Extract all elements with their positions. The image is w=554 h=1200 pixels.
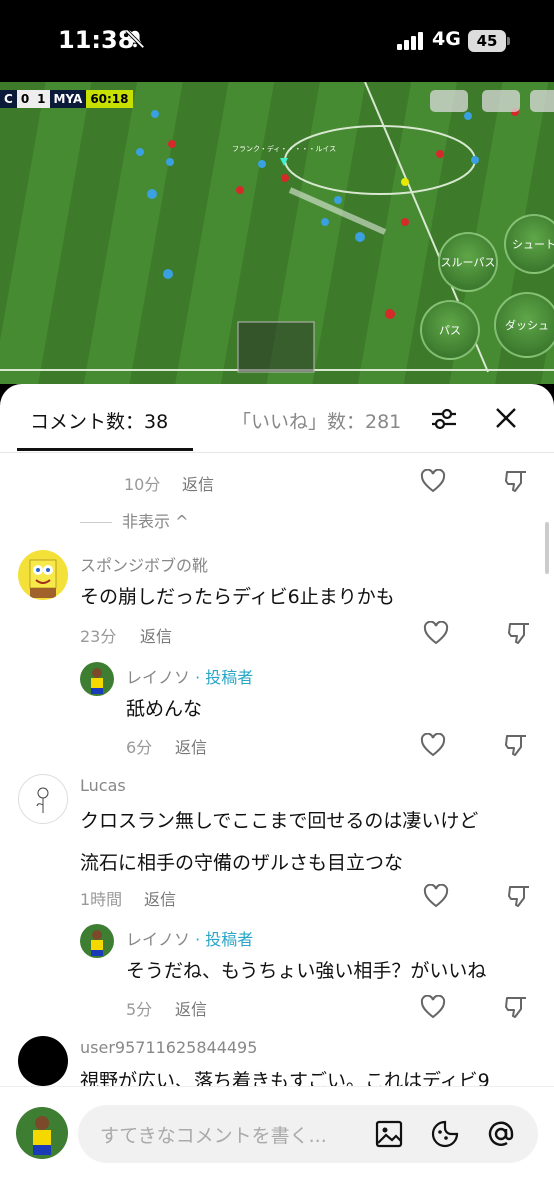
reply-button[interactable]: 返信	[182, 471, 214, 495]
pause-icon[interactable]	[530, 90, 554, 112]
image-icon[interactable]	[374, 1119, 404, 1149]
tab-indicator	[17, 448, 193, 451]
sheet-header: コメント数：38 「いいね」数：281	[0, 384, 554, 452]
reply-button[interactable]: 返信	[144, 886, 176, 910]
avatar[interactable]	[18, 550, 68, 600]
dash-button[interactable]: ダッシュ	[494, 292, 554, 358]
bell-muted-icon	[125, 29, 145, 49]
battery-icon: 45	[468, 30, 506, 52]
battery-tip	[507, 37, 510, 45]
home-score: 0	[16, 90, 34, 108]
comment-text-line1: クロスラン無しでここまで回せるのは凄いけど	[80, 810, 479, 832]
reply-button[interactable]: 返信	[140, 623, 172, 647]
comment-time: 1時間	[80, 890, 123, 909]
comment-placeholder: すてきなコメントを書く...	[100, 1125, 327, 1147]
player-avatar-icon	[33, 1116, 51, 1155]
tab-comments[interactable]: コメント数：38	[30, 407, 168, 434]
comment-username[interactable]: Lucas	[80, 776, 126, 795]
hide-replies-toggle[interactable]: 非表示 ^	[80, 508, 189, 532]
rose-avatar-icon	[36, 787, 49, 813]
dislike-icon[interactable]	[503, 468, 529, 494]
away-team: MYA	[49, 90, 87, 108]
pass-button[interactable]: パス	[420, 300, 480, 360]
author-tag: · 投稿者	[195, 930, 254, 949]
player-avatar-icon	[91, 668, 103, 694]
dislike-icon[interactable]	[506, 883, 532, 909]
avatar[interactable]	[18, 1036, 68, 1086]
dislike-icon[interactable]	[503, 994, 529, 1020]
reply-time: 5分	[126, 1000, 153, 1019]
comment-text-line2: 流石に相手の守備のザルさも目立つな	[80, 852, 404, 874]
close-icon[interactable]	[492, 404, 520, 432]
robot-icon[interactable]	[430, 90, 468, 112]
heart-icon[interactable]	[420, 469, 446, 493]
comment-time: 10分	[124, 475, 161, 494]
comment-username[interactable]: スポンジボブの靴	[80, 552, 208, 576]
signal-icon	[397, 32, 423, 50]
comment-time: 23分	[80, 627, 117, 646]
network-type: 4G	[432, 28, 461, 50]
reply-button[interactable]: 返信	[175, 734, 207, 758]
away-score: 1	[33, 90, 50, 108]
player-avatar-icon	[91, 930, 103, 956]
reply-username: レイノソ · 投稿者	[126, 664, 253, 688]
status-time: 11:38	[58, 26, 135, 54]
reply-button[interactable]: 返信	[175, 996, 207, 1020]
match-clock: 60:18	[86, 90, 133, 108]
spongebob-avatar-icon	[29, 559, 57, 598]
through-pass-button[interactable]: スルーパス	[438, 232, 498, 292]
scrollbar[interactable]	[545, 522, 549, 574]
status-bar: 11:38 4G 45	[0, 0, 554, 82]
video-player[interactable]: フランク・ディ・・・・・ルイス C 0 1 MYA 60:18 スルーパス シュ…	[0, 82, 554, 384]
comment-username[interactable]: user95711625844495	[80, 1038, 257, 1057]
mention-icon[interactable]	[486, 1119, 516, 1149]
comment-sheet: コメント数：38 「いいね」数：281 10分 返信 非表示 ^ スポンジボブの…	[0, 384, 554, 1200]
hide-label: 非表示 ^	[122, 512, 189, 531]
my-avatar[interactable]	[16, 1107, 68, 1159]
scoreboard: C 0 1 MYA 60:18	[0, 90, 133, 108]
camera-icon[interactable]	[482, 90, 520, 112]
home-team: C	[0, 90, 17, 108]
reply-text: 舐めんな	[126, 698, 203, 720]
comment-input[interactable]: すてきなコメントを書く...	[78, 1105, 538, 1163]
tab-likes[interactable]: 「いいね」数：281	[232, 407, 401, 434]
dislike-icon[interactable]	[503, 732, 529, 758]
heart-icon[interactable]	[423, 884, 449, 908]
hide-line	[80, 522, 112, 523]
username-text[interactable]: レイノソ	[126, 668, 190, 687]
heart-icon[interactable]	[423, 621, 449, 645]
heart-icon[interactable]	[420, 995, 446, 1019]
comment-text: その崩しだったらディビ6止まりかも	[80, 586, 395, 608]
username-text[interactable]: レイノソ	[126, 930, 190, 949]
header-divider	[0, 452, 554, 453]
filter-icon[interactable]	[429, 404, 459, 434]
reply-username: レイノソ · 投稿者	[126, 926, 253, 950]
dislike-icon[interactable]	[506, 620, 532, 646]
avatar[interactable]	[80, 924, 114, 958]
player-name-label: フランク・ディ・・・・・ルイス	[232, 145, 337, 153]
comment-input-bar: すてきなコメントを書く...	[0, 1086, 554, 1200]
emoji-icon[interactable]	[430, 1119, 460, 1149]
avatar[interactable]	[80, 662, 114, 696]
reply-time: 6分	[126, 738, 153, 757]
author-tag: · 投稿者	[195, 668, 254, 687]
heart-icon[interactable]	[420, 733, 446, 757]
reply-text: そうだね、もうちょい強い相手？がいいね	[126, 960, 487, 982]
avatar[interactable]	[18, 774, 68, 824]
